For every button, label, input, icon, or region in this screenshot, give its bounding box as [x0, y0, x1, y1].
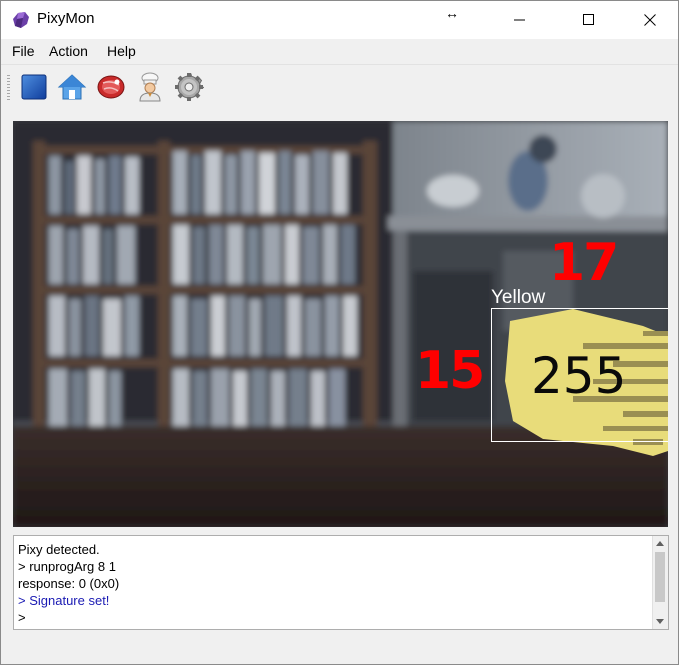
menu-file[interactable]: File — [12, 43, 35, 59]
scroll-up-icon[interactable] — [656, 541, 664, 546]
raw-video-icon — [97, 75, 125, 99]
maximize-icon — [583, 14, 594, 25]
camera-video-view[interactable]: Yellow 255 17 15 — [13, 121, 668, 527]
console-line: > runprogArg 8 1 — [18, 559, 116, 574]
chef-button[interactable] — [134, 71, 166, 103]
raw-video-button[interactable] — [95, 71, 127, 103]
maximize-button[interactable] — [566, 1, 612, 39]
console-line: Pixy detected. — [18, 542, 100, 557]
camera-frame — [13, 121, 668, 527]
toolbar — [1, 64, 678, 109]
scroll-down-icon[interactable] — [656, 619, 664, 624]
console-prompt[interactable]: > — [18, 609, 119, 626]
stop-button[interactable] — [18, 71, 50, 103]
title-bar[interactable]: PixyMon ↔ — [1, 1, 678, 39]
menu-action[interactable]: Action — [49, 43, 88, 59]
configure-button[interactable] — [173, 71, 205, 103]
console-line: > Signature set! — [18, 593, 110, 608]
console-scrollbar[interactable] — [652, 536, 668, 629]
annotation-height-label: 17 — [549, 233, 619, 293]
scroll-thumb[interactable] — [655, 552, 665, 602]
close-button[interactable] — [627, 1, 673, 39]
block-signature-label: Yellow — [491, 287, 546, 308]
menu-help[interactable]: Help — [107, 43, 136, 59]
annotation-width-label: 15 — [415, 341, 485, 401]
chef-icon — [139, 72, 161, 102]
resize-cursor-icon: ↔ — [445, 5, 459, 21]
block-value-label: 255 — [531, 347, 627, 405]
console-lines: Pixy detected. > runprogArg 8 1 response… — [18, 541, 119, 626]
gear-icon — [175, 73, 204, 101]
minimize-button[interactable] — [497, 1, 543, 39]
close-icon — [644, 14, 656, 26]
console-line: response: 0 (0x0) — [18, 576, 120, 591]
toolbar-grip[interactable] — [7, 75, 10, 101]
stop-icon — [21, 74, 47, 100]
console-output[interactable]: Pixy detected. > runprogArg 8 1 response… — [13, 535, 669, 630]
home-icon — [57, 74, 87, 100]
menu-bar: File Action Help — [1, 39, 678, 63]
home-button[interactable] — [56, 71, 88, 103]
pixymon-app-icon — [13, 12, 29, 28]
pixymon-window: PixyMon ↔ File Action Help Yellow 255 17… — [0, 0, 679, 665]
window-title: PixyMon — [37, 10, 95, 27]
minimize-icon — [514, 19, 525, 21]
